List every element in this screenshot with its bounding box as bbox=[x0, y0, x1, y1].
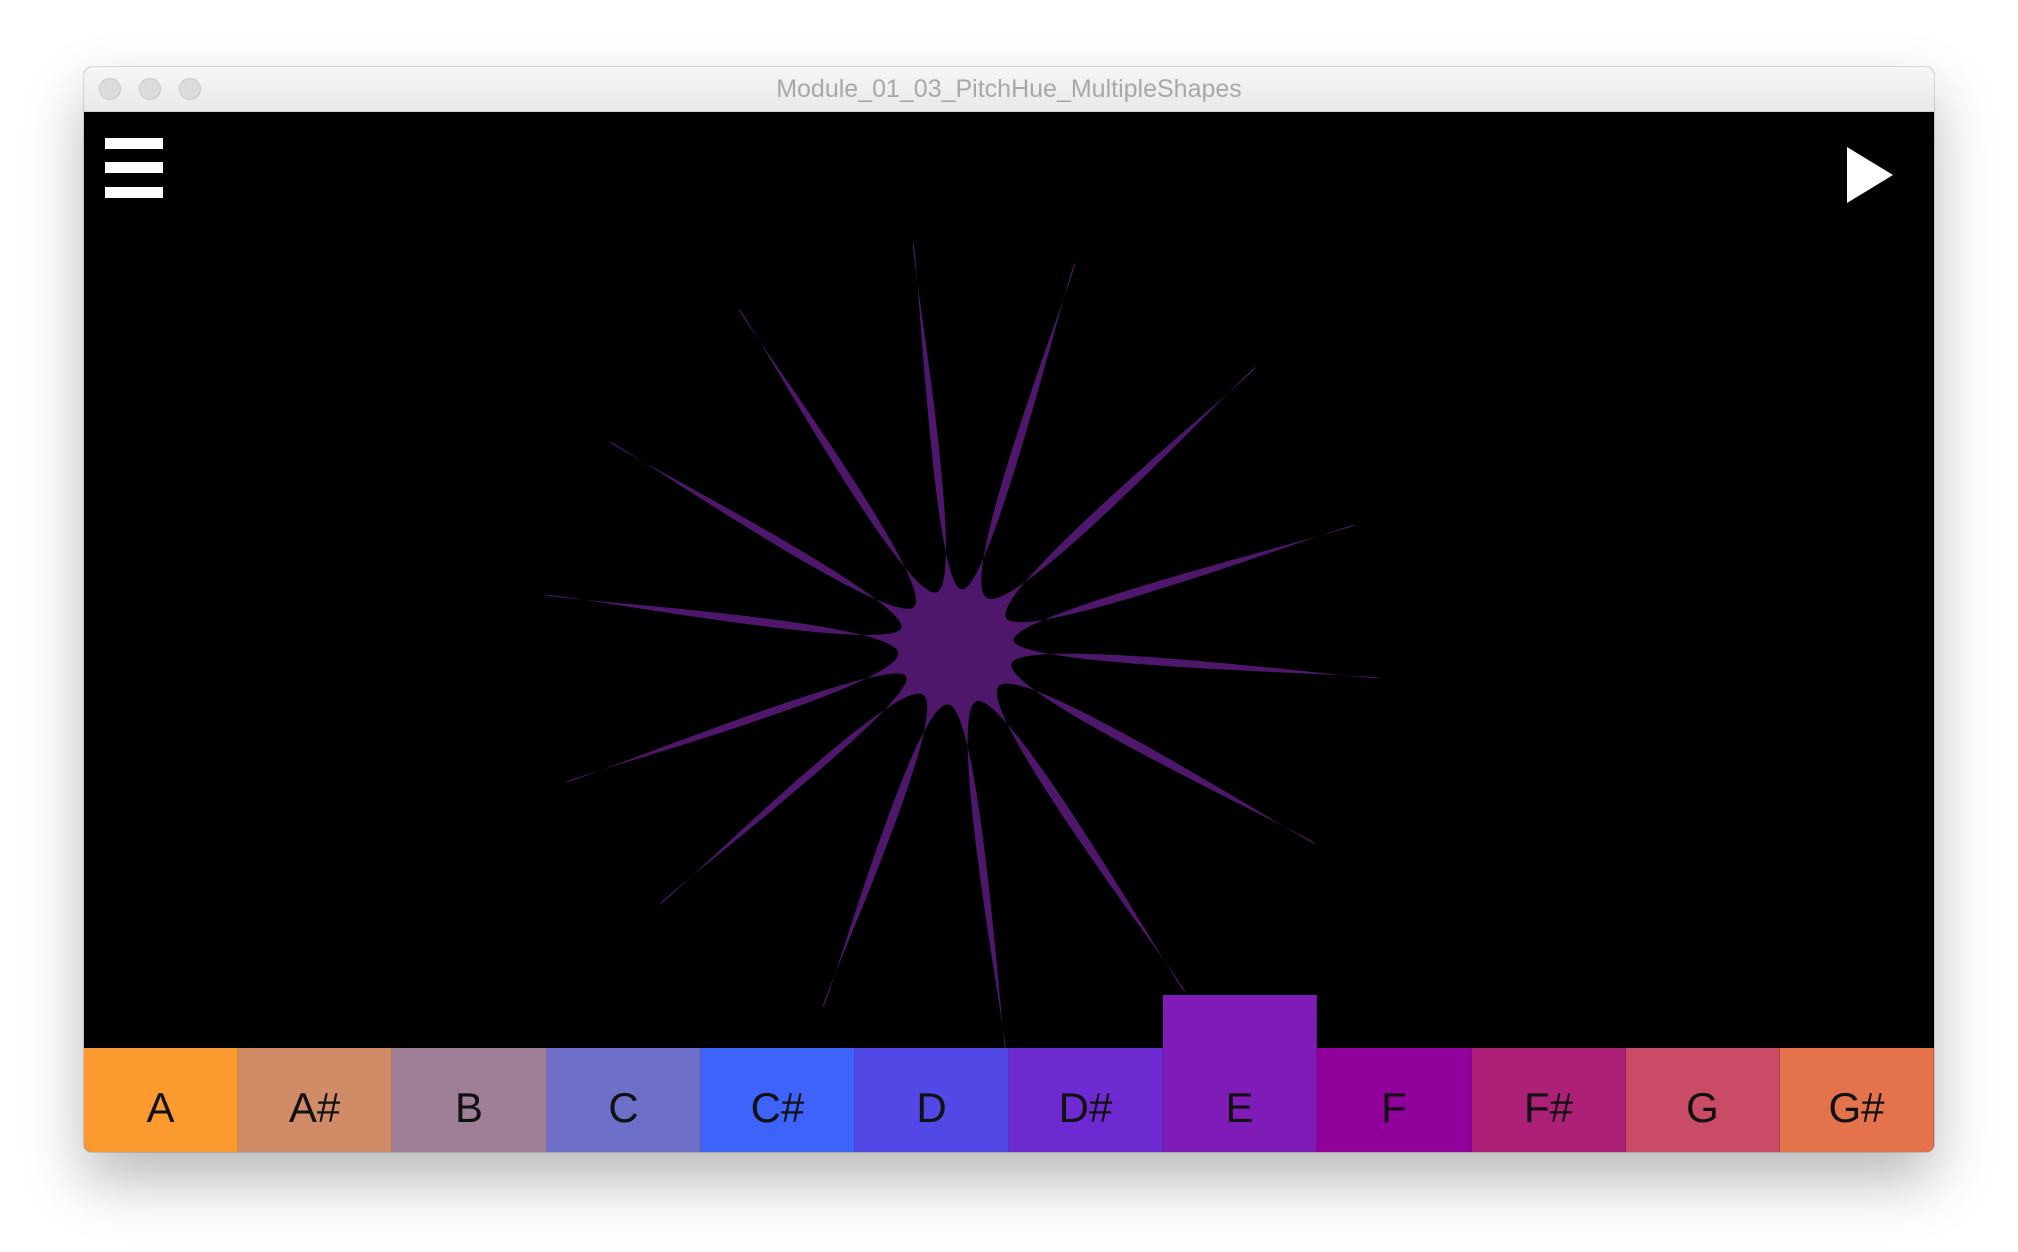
pitch-key-label: C bbox=[608, 1084, 639, 1131]
pitch-key-g-sharp[interactable]: G# bbox=[1780, 1048, 1934, 1152]
pitch-key-d-sharp[interactable]: D# bbox=[1009, 1048, 1163, 1152]
pitch-key-label: E bbox=[1225, 1084, 1254, 1131]
hamburger-menu-icon[interactable] bbox=[105, 138, 163, 200]
pitch-key-c-sharp[interactable]: C# bbox=[701, 1048, 855, 1152]
pitch-key-e[interactable]: E bbox=[1163, 995, 1317, 1152]
title-bar[interactable]: Module_01_03_PitchHue_MultipleShapes bbox=[84, 67, 1934, 112]
pitch-key-label: A bbox=[146, 1084, 175, 1131]
pitch-key-label: C# bbox=[750, 1084, 805, 1131]
pitch-key-label: F# bbox=[1523, 1084, 1573, 1131]
menu-bar-line bbox=[105, 162, 163, 173]
play-icon[interactable] bbox=[1845, 145, 1895, 205]
pitch-key-f-sharp[interactable]: F# bbox=[1472, 1048, 1626, 1152]
pitch-key-label: G bbox=[1686, 1084, 1719, 1131]
visualizer-canvas: A A# B C C# D D# E F F# G G# bbox=[84, 112, 1934, 1152]
pitch-key-a-sharp[interactable]: A# bbox=[238, 1048, 392, 1152]
pitch-key-b[interactable]: B bbox=[392, 1048, 547, 1152]
pitch-keyboard: A A# B C C# D D# E F F# G G# bbox=[84, 995, 1934, 1152]
menu-bar-line bbox=[105, 187, 163, 198]
pitch-key-label: A# bbox=[288, 1084, 341, 1131]
star-shape bbox=[544, 241, 1381, 1070]
window-title: Module_01_03_PitchHue_MultipleShapes bbox=[776, 75, 1242, 103]
pitch-key-a[interactable]: A bbox=[84, 1048, 238, 1152]
pitch-key-label: G# bbox=[1828, 1084, 1885, 1131]
pitch-key-label: B bbox=[454, 1084, 483, 1131]
pitch-key-label: D# bbox=[1058, 1084, 1113, 1131]
pitch-key-d[interactable]: D bbox=[855, 1048, 1009, 1152]
pitch-key-label: F bbox=[1381, 1084, 1407, 1131]
pitch-key-f[interactable]: F bbox=[1317, 1048, 1472, 1152]
app-window: Module_01_03_PitchHue_MultipleShapes A A#… bbox=[84, 67, 1934, 1152]
pitch-key-label: D bbox=[916, 1084, 947, 1131]
menu-bar-line bbox=[105, 138, 163, 149]
pitch-key-c[interactable]: C bbox=[547, 1048, 701, 1152]
star-shape-path bbox=[544, 241, 1381, 1070]
pitch-key-g[interactable]: G bbox=[1626, 1048, 1780, 1152]
